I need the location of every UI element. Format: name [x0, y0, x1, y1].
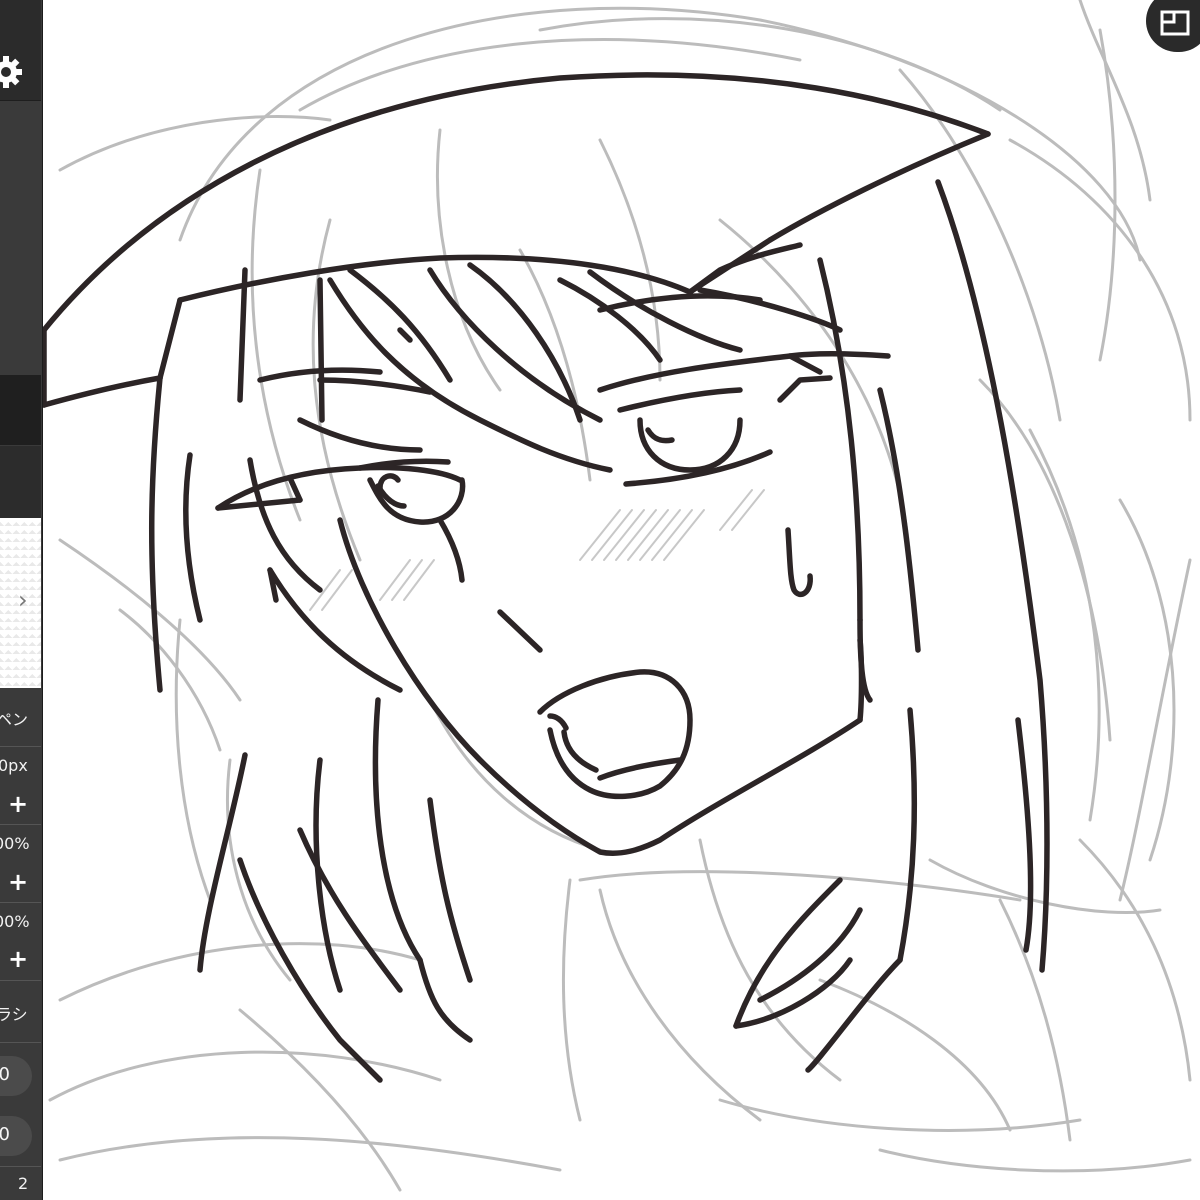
- sidebar-panel: [0, 100, 41, 376]
- density-plus-button[interactable]: +: [8, 947, 28, 971]
- brush-name[interactable]: ペン: [0, 688, 41, 746]
- lineart-layer: [41, 72, 1050, 1083]
- opacity-value[interactable]: 00%: [0, 825, 41, 865]
- density-value[interactable]: 00%: [0, 903, 41, 943]
- page-number: 2: [18, 1174, 29, 1193]
- window-icon: [1160, 10, 1190, 36]
- brush-category[interactable]: ラシ: [0, 981, 41, 1039]
- tool-sidebar: › ペン 0px + 00% + 00% + ラシ 0 0 2: [0, 0, 43, 1200]
- sidebar-divider: [0, 1042, 41, 1043]
- next-arrow-icon[interactable]: ›: [18, 586, 28, 614]
- brush-size-value[interactable]: 0px: [0, 747, 41, 787]
- sidebar-divider: [0, 1166, 41, 1167]
- sidebar-dark-panel: [0, 375, 41, 445]
- opacity-plus-button[interactable]: +: [8, 870, 28, 894]
- blush-hatching: [309, 489, 765, 611]
- toggle-pill-2[interactable]: 0: [0, 1116, 32, 1156]
- toggle-pill-1[interactable]: 0: [0, 1056, 32, 1096]
- gear-icon: [0, 56, 22, 88]
- sidebar-mid-panel: [0, 446, 41, 518]
- settings-button[interactable]: [0, 50, 40, 94]
- drawing-canvas[interactable]: [0, 0, 1200, 1200]
- brush-size-plus-button[interactable]: +: [8, 792, 28, 816]
